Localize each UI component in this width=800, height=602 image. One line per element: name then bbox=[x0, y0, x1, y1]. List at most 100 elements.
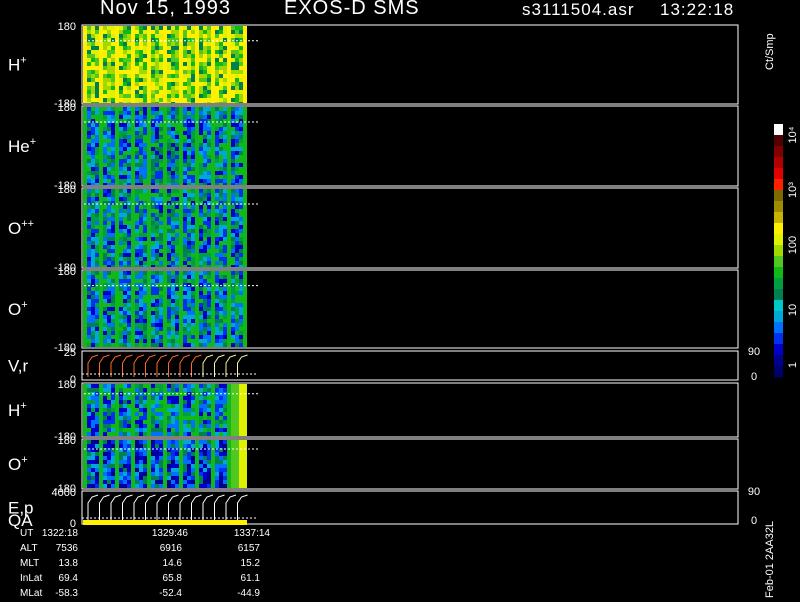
heatmap-cell bbox=[191, 155, 195, 159]
heatmap-cell bbox=[107, 58, 111, 62]
heatmap-cell bbox=[239, 193, 243, 197]
heatmap-cell bbox=[91, 440, 95, 444]
heatmap-cell bbox=[151, 42, 155, 46]
heatmap-cell bbox=[111, 331, 115, 335]
heatmap-cell bbox=[183, 74, 187, 78]
heatmap-cell bbox=[203, 82, 207, 86]
heatmap-cell bbox=[135, 315, 139, 319]
heatmap-cell bbox=[103, 412, 107, 416]
heatmap-cell bbox=[147, 147, 151, 151]
heatmap-cell bbox=[103, 388, 107, 392]
heatmap-cell bbox=[179, 416, 183, 420]
heatmap-cell bbox=[99, 456, 103, 460]
heatmap-cell bbox=[139, 213, 143, 217]
heatmap-cell bbox=[159, 34, 163, 38]
heatmap-cell bbox=[155, 70, 159, 74]
heatmap-cell bbox=[175, 279, 179, 283]
heatmap-cell bbox=[199, 225, 203, 229]
heatmap-cell bbox=[135, 197, 139, 201]
heatmap-cell bbox=[183, 424, 187, 428]
heatmap-cell bbox=[219, 432, 223, 436]
heatmap-cell bbox=[115, 245, 119, 249]
heatmap-cell bbox=[195, 472, 199, 476]
heatmap-cell bbox=[151, 245, 155, 249]
heatmap-cell bbox=[163, 54, 167, 58]
heatmap-cell bbox=[91, 139, 95, 143]
heatmap-cell bbox=[119, 98, 123, 102]
heatmap-cell bbox=[183, 90, 187, 94]
heatmap-cell bbox=[91, 179, 95, 183]
heatmap-cell bbox=[187, 384, 191, 388]
heatmap-cell bbox=[163, 335, 167, 339]
heatmap-cell bbox=[87, 339, 91, 343]
heatmap-cell bbox=[99, 86, 103, 90]
heatmap-cell bbox=[123, 384, 127, 388]
heatmap-cell bbox=[139, 225, 143, 229]
heatmap-cell bbox=[151, 229, 155, 233]
heatmap-cell bbox=[139, 94, 143, 98]
heatmap-cell bbox=[83, 127, 87, 131]
heatmap-cell bbox=[215, 179, 219, 183]
heatmap-cell bbox=[155, 127, 159, 131]
heatmap-cell bbox=[243, 384, 247, 388]
heatmap-cell bbox=[231, 221, 235, 225]
heatmap-cell bbox=[127, 163, 131, 167]
heatmap-cell bbox=[135, 279, 139, 283]
heatmap-cell bbox=[167, 193, 171, 197]
heatmap-cell bbox=[175, 331, 179, 335]
heatmap-cell bbox=[163, 396, 167, 400]
heatmap-cell bbox=[223, 468, 227, 472]
heatmap-cell bbox=[83, 472, 87, 476]
heatmap-cell bbox=[219, 323, 223, 327]
heatmap-cell bbox=[83, 179, 87, 183]
heatmap-cell bbox=[179, 275, 183, 279]
heatmap-cell bbox=[203, 175, 207, 179]
heatmap-cell bbox=[103, 143, 107, 147]
heatmap-cell bbox=[147, 30, 151, 34]
heatmap-cell bbox=[91, 315, 95, 319]
heatmap-cell bbox=[183, 440, 187, 444]
heatmap-cell bbox=[115, 131, 119, 135]
heatmap-cell bbox=[103, 155, 107, 159]
heatmap-cell bbox=[215, 319, 219, 323]
heatmap-cell bbox=[227, 464, 231, 468]
heatmap-cell bbox=[155, 54, 159, 58]
heatmap-cell bbox=[215, 388, 219, 392]
heatmap-cell bbox=[83, 245, 87, 249]
heatmap-cell bbox=[155, 82, 159, 86]
heatmap-cell bbox=[239, 444, 243, 448]
heatmap-cell bbox=[227, 179, 231, 183]
heatmap-cell bbox=[83, 42, 87, 46]
heatmap-cell bbox=[219, 26, 223, 30]
heatmap-cell bbox=[219, 279, 223, 283]
heatmap-cell bbox=[87, 271, 91, 275]
heatmap-cell bbox=[199, 155, 203, 159]
heatmap-cell bbox=[123, 299, 127, 303]
heatmap-cell bbox=[235, 480, 239, 484]
heatmap-cell bbox=[243, 171, 247, 175]
heatmap-cell bbox=[131, 167, 135, 171]
heatmap-cell bbox=[87, 159, 91, 163]
heatmap-cell bbox=[203, 233, 207, 237]
heatmap-cell bbox=[171, 209, 175, 213]
heatmap-cell bbox=[83, 217, 87, 221]
heatmap-cell bbox=[203, 271, 207, 275]
heatmap-cell bbox=[239, 70, 243, 74]
heatmap-cell bbox=[155, 257, 159, 261]
heatmap-cell bbox=[83, 323, 87, 327]
heatmap-cell bbox=[231, 139, 235, 143]
heatmap-cell bbox=[111, 78, 115, 82]
heatmap-cell bbox=[195, 139, 199, 143]
heatmap-cell bbox=[167, 50, 171, 54]
heatmap-cell bbox=[155, 265, 159, 267]
heatmap-cell bbox=[87, 295, 91, 299]
heatmap-cell bbox=[175, 193, 179, 197]
heatmap-cell bbox=[107, 241, 111, 245]
heatmap-cell bbox=[135, 253, 139, 257]
heatmap-cell bbox=[227, 460, 231, 464]
heatmap-cell bbox=[179, 303, 183, 307]
heatmap-cell bbox=[227, 115, 231, 119]
heatmap-cell bbox=[163, 271, 167, 275]
heatmap-cell bbox=[115, 307, 119, 311]
heatmap-cell bbox=[179, 34, 183, 38]
